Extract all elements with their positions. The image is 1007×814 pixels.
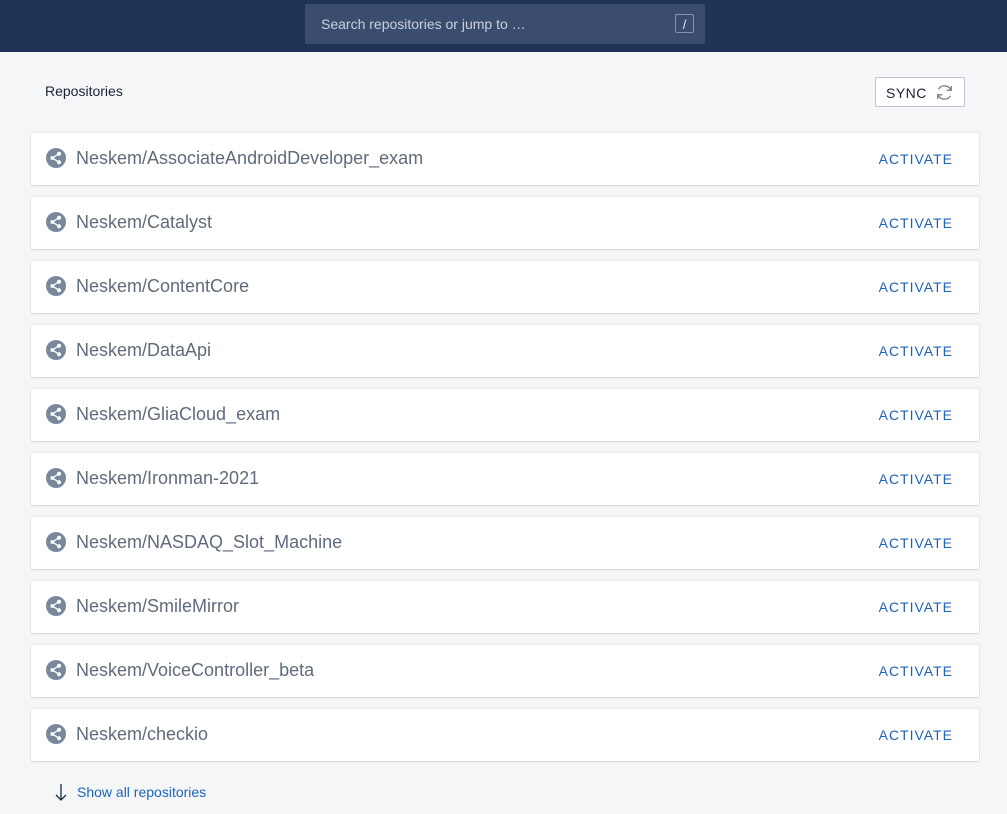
sync-button[interactable]: SYNC [875, 77, 965, 107]
repository-name[interactable]: Neskem/SmileMirror [76, 596, 239, 617]
activate-button[interactable]: ACTIVATE [879, 663, 953, 679]
repository-name[interactable]: Neskem/NASDAQ_Slot_Machine [76, 532, 342, 553]
repository-row: Neskem/VoiceController_beta ACTIVATE [31, 645, 979, 697]
share-icon [46, 404, 66, 424]
share-icon [46, 660, 66, 680]
repository-list: Neskem/AssociateAndroidDeveloper_exam AC… [31, 133, 979, 773]
activate-button[interactable]: ACTIVATE [879, 343, 953, 359]
repository-name[interactable]: Neskem/Ironman-2021 [76, 468, 259, 489]
repository-name[interactable]: Neskem/VoiceController_beta [76, 660, 314, 681]
repository-row: Neskem/ContentCore ACTIVATE [31, 261, 979, 313]
repository-row: Neskem/checkio ACTIVATE [31, 709, 979, 761]
activate-button[interactable]: ACTIVATE [879, 535, 953, 551]
repository-row: Neskem/SmileMirror ACTIVATE [31, 581, 979, 633]
search-shortcut-key: / [675, 14, 694, 33]
share-icon [46, 212, 66, 232]
repository-name[interactable]: Neskem/ContentCore [76, 276, 249, 297]
activate-button[interactable]: ACTIVATE [879, 471, 953, 487]
activate-button[interactable]: ACTIVATE [879, 215, 953, 231]
show-all-repositories-label: Show all repositories [77, 784, 207, 800]
repository-row: Neskem/GliaCloud_exam ACTIVATE [31, 389, 979, 441]
repository-row: Neskem/DataApi ACTIVATE [31, 325, 979, 377]
repository-name[interactable]: Neskem/Catalyst [76, 212, 212, 233]
repository-row: Neskem/Catalyst ACTIVATE [31, 197, 979, 249]
share-icon [46, 532, 66, 552]
repository-name[interactable]: Neskem/GliaCloud_exam [76, 404, 280, 425]
activate-button[interactable]: ACTIVATE [879, 599, 953, 615]
sync-button-label: SYNC [886, 85, 927, 101]
page-title: Repositories [45, 83, 123, 99]
activate-button[interactable]: ACTIVATE [879, 727, 953, 743]
share-icon [46, 340, 66, 360]
share-icon [46, 148, 66, 168]
top-navigation-bar: / [0, 0, 1007, 52]
repository-row: Neskem/Ironman-2021 ACTIVATE [31, 453, 979, 505]
share-icon [46, 276, 66, 296]
refresh-icon [937, 85, 952, 100]
repository-row: Neskem/AssociateAndroidDeveloper_exam AC… [31, 133, 979, 185]
repository-name[interactable]: Neskem/DataApi [76, 340, 211, 361]
repository-name[interactable]: Neskem/AssociateAndroidDeveloper_exam [76, 148, 423, 169]
activate-button[interactable]: ACTIVATE [879, 279, 953, 295]
activate-button[interactable]: ACTIVATE [879, 151, 953, 167]
repository-name[interactable]: Neskem/checkio [76, 724, 208, 745]
share-icon [46, 596, 66, 616]
arrow-down-icon [55, 784, 67, 801]
repository-row: Neskem/NASDAQ_Slot_Machine ACTIVATE [31, 517, 979, 569]
share-icon [46, 724, 66, 744]
search-box[interactable]: / [305, 4, 705, 44]
activate-button[interactable]: ACTIVATE [879, 407, 953, 423]
share-icon [46, 468, 66, 488]
search-input[interactable] [305, 4, 665, 44]
